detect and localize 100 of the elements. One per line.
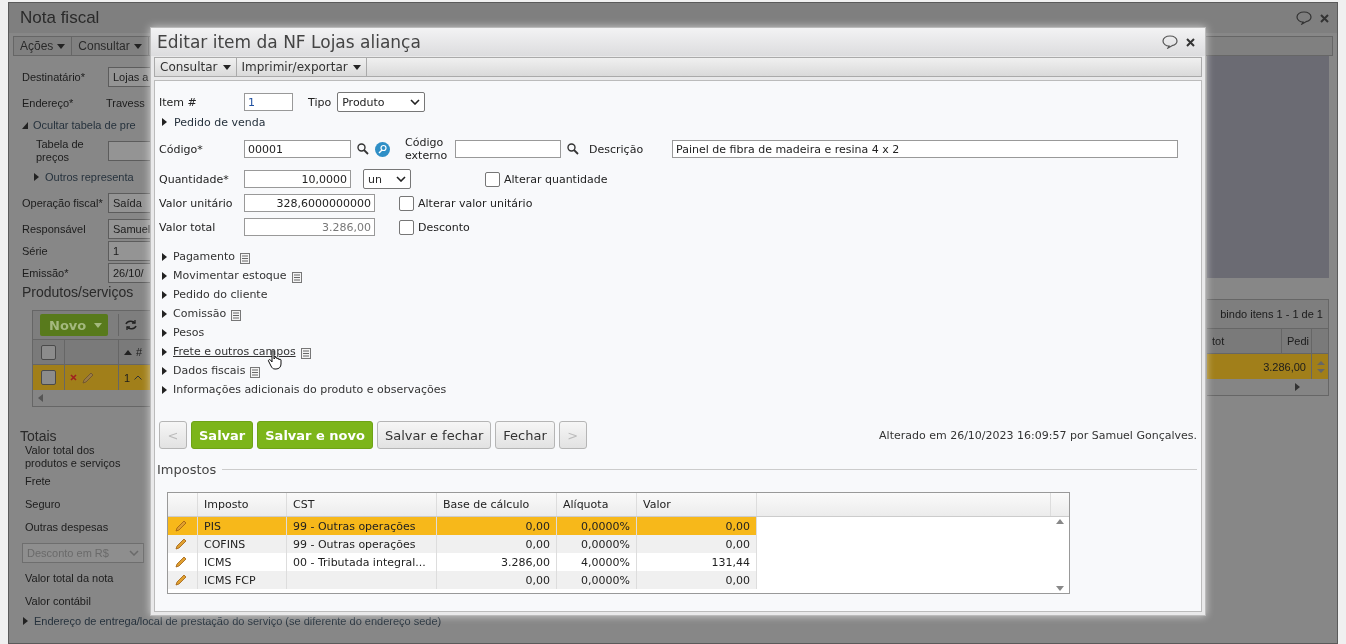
type-select[interactable]: Produto: [337, 92, 426, 112]
field-label: Endereço*: [22, 96, 75, 110]
section-toggle[interactable]: Pagamento: [173, 250, 236, 263]
table-cell: PIS: [204, 519, 221, 533]
table-row[interactable]: COFINS 99 - Outras operações 0,00 0,0000% 0,00: [168, 535, 757, 553]
close-icon[interactable]: [1186, 37, 1195, 47]
field-label: Item #: [159, 95, 198, 109]
checkbox[interactable]: [41, 344, 56, 360]
notes-icon[interactable]: [231, 309, 242, 321]
pencil-icon[interactable]: [174, 537, 188, 551]
input-field[interactable]: 1: [108, 241, 150, 261]
field-label: Série: [22, 244, 49, 258]
scroll-up-icon[interactable]: [1056, 519, 1064, 524]
field-label: Operação fiscal*: [22, 196, 104, 210]
table-cell: 0,0000%: [581, 573, 630, 587]
total-label: Outras despesas: [24, 520, 110, 535]
section-toggle[interactable]: Comissão: [173, 307, 227, 320]
column-header[interactable]: Valor: [643, 498, 671, 511]
section-toggle[interactable]: Dados fiscais: [173, 364, 246, 377]
window-title: Nota fiscal: [20, 8, 100, 28]
pencil-icon[interactable]: [174, 573, 188, 587]
search-icon[interactable]: [357, 143, 369, 155]
checkbox[interactable]: [399, 195, 414, 211]
field-label: Descrição: [589, 142, 645, 156]
notes-icon[interactable]: [291, 271, 302, 283]
input-field[interactable]: [108, 141, 150, 161]
field-label: Tipo: [308, 95, 332, 109]
table-cell: ICMS FCP: [204, 573, 256, 587]
menu-item[interactable]: Consultar: [155, 58, 237, 76]
input-field[interactable]: Saída: [108, 193, 150, 213]
column-header[interactable]: Base de cálculo: [443, 498, 530, 511]
input-field[interactable]: 328,6000000000: [244, 194, 375, 212]
section-heading: Totais: [20, 428, 58, 444]
section-toggle[interactable]: Movimentar estoque: [173, 269, 287, 282]
total-label: Seguro: [24, 497, 62, 512]
checkbox[interactable]: [41, 370, 56, 385]
section-heading: Produtos/serviços: [22, 284, 135, 300]
pencil-icon[interactable]: [174, 555, 188, 569]
unit-select[interactable]: un: [363, 169, 411, 189]
table-cell: 3.286,00: [1263, 360, 1306, 373]
table-cell: 0,00: [725, 573, 750, 587]
section-toggle[interactable]: Ocultar tabela de pre: [33, 119, 136, 131]
caret-icon: [222, 64, 231, 70]
total-label: Valor contábil: [24, 594, 92, 609]
notes-icon[interactable]: [250, 366, 261, 378]
menu-item[interactable]: Ações: [14, 37, 73, 55]
grid-row[interactable]: 1: [33, 365, 150, 390]
field-label: Valor total: [159, 220, 217, 234]
comment-icon[interactable]: [1162, 35, 1178, 49]
scroll-down-icon[interactable]: [1056, 586, 1064, 591]
pencil-icon[interactable]: [174, 519, 188, 533]
total-label: Frete: [24, 474, 52, 489]
input-field[interactable]: 00001: [244, 140, 351, 158]
section-toggle[interactable]: Pedido do cliente: [173, 288, 268, 301]
menu-item[interactable]: Consultar: [72, 37, 149, 55]
input-field[interactable]: 1: [244, 93, 293, 111]
section-heading: Impostos: [157, 462, 223, 477]
checkbox[interactable]: [399, 219, 414, 235]
delete-icon[interactable]: [70, 374, 77, 381]
menu-item[interactable]: Imprimir/exportar: [236, 58, 367, 76]
table-cell: 0,00: [525, 519, 550, 533]
input-field[interactable]: 10,0000: [244, 170, 351, 188]
table-cell: 0,00: [525, 573, 550, 587]
checkbox[interactable]: [485, 171, 500, 187]
notes-icon[interactable]: [300, 347, 311, 359]
sort-ascending-icon: [124, 349, 132, 355]
section-toggle[interactable]: Pesos: [173, 326, 205, 339]
table-cell: 0,0000%: [581, 519, 630, 533]
section-toggle[interactable]: Pedido de venda: [174, 115, 266, 129]
column-header[interactable]: Imposto: [204, 498, 249, 511]
scroll-right-icon[interactable]: [1295, 383, 1300, 391]
column-header[interactable]: Pedi: [1287, 335, 1310, 347]
modified-note: Alterado em 26/10/2023 16:09:57 por Samuel Gonçalves.: [879, 428, 1197, 442]
table-cell: 0,0000%: [581, 537, 630, 551]
input-field[interactable]: Lojas a: [108, 67, 153, 87]
input-field[interactable]: 26/10/: [108, 263, 150, 283]
table-cell: 99 - Outras operações: [293, 537, 416, 551]
chevron-down-icon: [396, 176, 406, 182]
notes-icon[interactable]: [240, 252, 251, 264]
column-header[interactable]: tot: [1212, 335, 1225, 347]
section-toggle[interactable]: Outros representa: [45, 171, 134, 183]
table-cell: 0,00: [725, 519, 750, 533]
scroll-left-icon[interactable]: [38, 394, 43, 402]
section-toggle[interactable]: Frete e outros campos: [173, 345, 296, 358]
checkbox-label: Desconto: [418, 220, 470, 234]
lookup-icon[interactable]: [375, 141, 390, 157]
comment-icon[interactable]: [1296, 11, 1312, 25]
table-row[interactable]: PIS 99 - Outras operações 0,00 0,0000% 0,00: [168, 517, 757, 535]
column-header[interactable]: #: [136, 346, 143, 358]
input-field[interactable]: Painel de fibra de madeira e resina 4 x 2: [672, 140, 1178, 158]
section-toggle[interactable]: Endereço de entrega/local de prestação do serviço (se diferente do endereço sede): [34, 615, 442, 627]
search-icon[interactable]: [567, 143, 579, 155]
column-header[interactable]: CST: [293, 498, 315, 511]
input-field[interactable]: [455, 140, 561, 158]
checkbox-label: Alterar quantidade: [504, 172, 608, 186]
table-row[interactable]: ICMS FCP 0,00 0,0000% 0,00: [168, 571, 757, 589]
section-toggle[interactable]: Informações adicionais do produto e observações: [173, 383, 447, 396]
action-button[interactable]: Salvar e fechar: [376, 421, 492, 449]
action-button[interactable]: Fechar: [495, 421, 555, 449]
column-header[interactable]: Alíquota: [563, 498, 609, 511]
